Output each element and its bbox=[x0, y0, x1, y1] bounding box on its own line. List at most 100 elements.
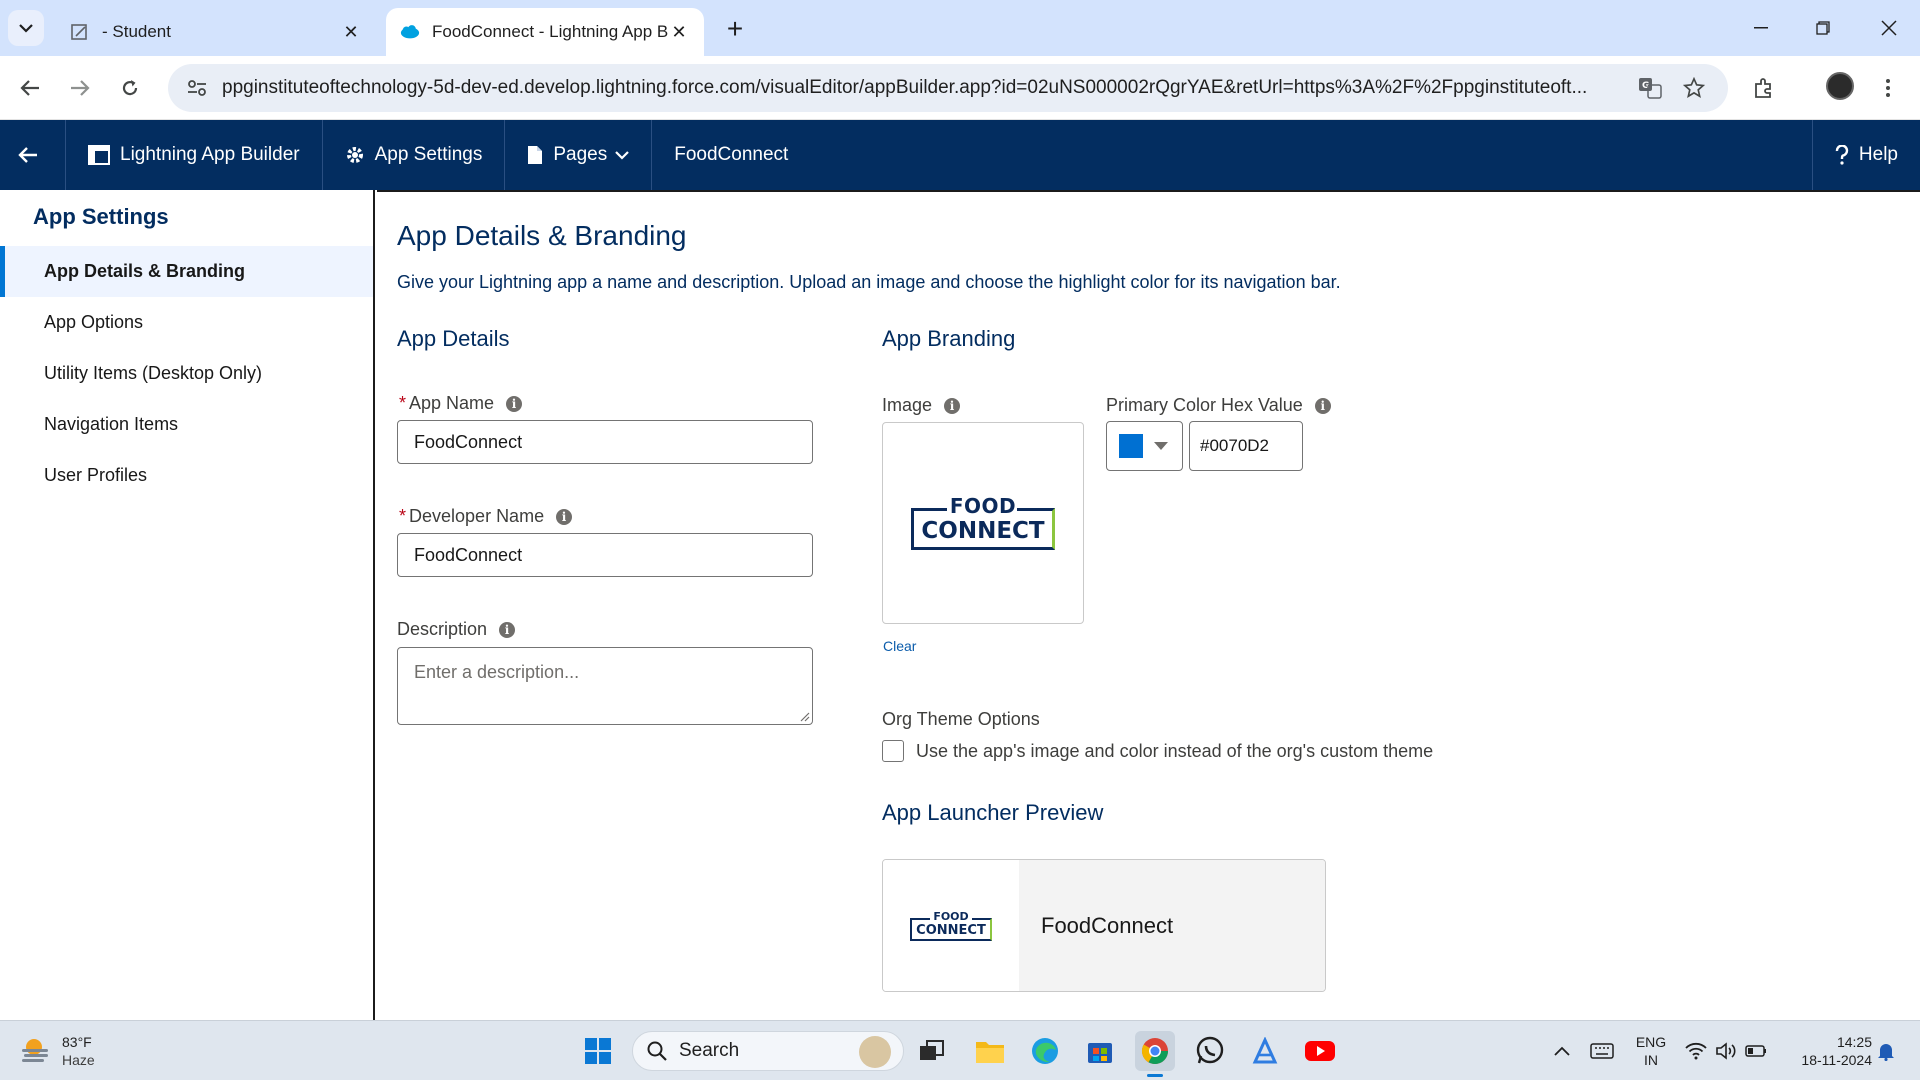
tab-title: FoodConnect - Lightning App Builder bbox=[432, 22, 668, 41]
azure-app-icon[interactable] bbox=[1245, 1031, 1285, 1071]
back-button[interactable] bbox=[0, 120, 66, 190]
weather-temperature: 83°F bbox=[62, 1034, 92, 1050]
clock[interactable]: 14:25 18-11-2024 bbox=[1780, 1033, 1872, 1069]
app-builder-icon bbox=[88, 145, 110, 165]
resize-grip-icon[interactable] bbox=[798, 710, 810, 722]
search-label: Search bbox=[679, 1040, 740, 1061]
restore-icon[interactable] bbox=[1800, 8, 1846, 48]
browser-toolbar: ppginstituteoftechnology-5d-dev-ed.devel… bbox=[0, 56, 1920, 120]
taskbar-search[interactable]: Search bbox=[632, 1031, 904, 1071]
app-name-display: FoodConnect bbox=[652, 120, 810, 190]
weather-widget[interactable]: 83°F Haze bbox=[20, 1033, 95, 1069]
sidebar-item-app-details-branding[interactable]: App Details & Branding bbox=[0, 246, 373, 297]
forward-arrow-icon[interactable] bbox=[62, 70, 98, 106]
sidebar-item-utility-items[interactable]: Utility Items (Desktop Only) bbox=[0, 348, 373, 399]
hex-color-value: #0070D2 bbox=[1200, 436, 1270, 455]
back-arrow-icon[interactable] bbox=[12, 70, 48, 106]
close-tab-icon[interactable]: ✕ bbox=[668, 21, 690, 43]
site-settings-icon[interactable] bbox=[184, 75, 210, 101]
windows-taskbar: 83°F Haze Search ENG IN 14:25 18-11-2024 bbox=[0, 1020, 1920, 1080]
microsoft-store-icon[interactable] bbox=[1080, 1031, 1120, 1071]
notifications-bell-icon[interactable] bbox=[1866, 1031, 1906, 1071]
address-bar[interactable]: ppginstituteoftechnology-5d-dev-ed.devel… bbox=[168, 64, 1728, 112]
sidebar-item-navigation-items[interactable]: Navigation Items bbox=[0, 399, 373, 450]
app-name-input[interactable]: FoodConnect bbox=[397, 420, 813, 464]
app-branding-heading: App Branding bbox=[882, 326, 1016, 351]
edge-browser-icon[interactable] bbox=[1025, 1031, 1065, 1071]
language-indicator[interactable]: ENG IN bbox=[1626, 1033, 1676, 1069]
chrome-browser-icon[interactable] bbox=[1135, 1031, 1175, 1077]
info-icon[interactable]: i bbox=[1314, 397, 1331, 414]
org-theme-label: Org Theme Options bbox=[882, 709, 1040, 729]
app-name-label: FoodConnect bbox=[674, 144, 789, 165]
task-view-icon[interactable] bbox=[912, 1031, 952, 1071]
description-label-row: Description i bbox=[397, 619, 516, 640]
bookmark-star-icon[interactable] bbox=[1676, 70, 1712, 106]
app-image-upload[interactable]: FOOD CONNECT bbox=[882, 422, 1084, 624]
lightning-app-builder-menu[interactable]: Lightning App Builder bbox=[66, 120, 323, 190]
minimize-icon[interactable] bbox=[1738, 8, 1784, 48]
info-icon[interactable]: i bbox=[506, 395, 523, 412]
developer-name-input[interactable]: FoodConnect bbox=[397, 533, 813, 577]
whatsapp-icon[interactable] bbox=[1190, 1031, 1230, 1071]
info-icon[interactable]: i bbox=[944, 397, 961, 414]
info-icon[interactable]: i bbox=[499, 621, 516, 638]
required-asterisk: * bbox=[399, 506, 407, 526]
tab-search-button[interactable] bbox=[8, 10, 44, 46]
caret-down-icon bbox=[1154, 442, 1168, 450]
description-label: Description bbox=[397, 619, 488, 639]
sidebar-item-user-profiles[interactable]: User Profiles bbox=[0, 450, 373, 501]
close-window-icon[interactable] bbox=[1866, 8, 1912, 48]
new-tab-button[interactable]: + bbox=[718, 12, 752, 46]
primary-color-label-row: Primary Color Hex Value i bbox=[1106, 395, 1331, 416]
browser-tab-student[interactable]: - Student ✕ bbox=[56, 8, 376, 56]
logo-line-2: CONNECT bbox=[916, 922, 986, 938]
color-swatch bbox=[1119, 434, 1143, 458]
search-highlight-icon bbox=[859, 1036, 891, 1068]
weather-condition: Haze bbox=[62, 1052, 95, 1068]
profile-avatar[interactable] bbox=[1826, 72, 1854, 100]
translate-icon[interactable]: G bbox=[1632, 70, 1668, 106]
battery-icon[interactable] bbox=[1736, 1031, 1776, 1071]
browser-tab-foodconnect[interactable]: FoodConnect - Lightning App Builder ✕ bbox=[386, 8, 704, 56]
info-icon[interactable]: i bbox=[556, 508, 573, 525]
description-textarea[interactable]: Enter a description... bbox=[397, 647, 813, 725]
org-theme-checkbox[interactable] bbox=[882, 740, 904, 762]
url-text: ppginstituteoftechnology-5d-dev-ed.devel… bbox=[222, 77, 1588, 98]
windows-start-icon[interactable] bbox=[578, 1031, 618, 1071]
more-menu-icon[interactable] bbox=[1870, 70, 1906, 106]
salesforce-cloud-icon bbox=[400, 22, 420, 42]
document-edit-icon bbox=[70, 22, 90, 42]
color-picker-button[interactable] bbox=[1106, 421, 1183, 471]
preview-logo-cell: FOOD CONNECT bbox=[883, 860, 1019, 991]
haze-icon bbox=[22, 1039, 48, 1062]
close-tab-icon[interactable]: ✕ bbox=[340, 21, 362, 43]
sidebar-item-label: User Profiles bbox=[44, 465, 148, 485]
developer-name-value: FoodConnect bbox=[414, 544, 523, 565]
file-explorer-icon[interactable] bbox=[970, 1031, 1010, 1071]
youtube-icon[interactable] bbox=[1300, 1031, 1340, 1071]
help-button[interactable]: Help bbox=[1811, 120, 1920, 190]
developer-name-label-row: * Developer Name i bbox=[399, 506, 573, 527]
app-settings-button[interactable]: App Settings bbox=[323, 120, 506, 190]
builder-label: Lightning App Builder bbox=[120, 144, 300, 165]
extensions-icon[interactable] bbox=[1746, 70, 1782, 106]
hex-color-input[interactable]: #0070D2 bbox=[1189, 421, 1303, 471]
reload-icon[interactable] bbox=[112, 70, 148, 106]
tab-title: - Student bbox=[102, 22, 171, 41]
chevron-down-icon bbox=[19, 24, 33, 33]
app-details-panel: App Details & Branding Give your Lightni… bbox=[377, 190, 1920, 1020]
preview-app-name: FoodConnect bbox=[1019, 860, 1325, 991]
sidebar-item-app-options[interactable]: App Options bbox=[0, 297, 373, 348]
org-theme-checkbox-label: Use the app's image and color instead of… bbox=[916, 741, 1434, 761]
sidebar-item-label: Utility Items (Desktop Only) bbox=[44, 363, 263, 383]
primary-color-label: Primary Color Hex Value bbox=[1106, 395, 1303, 415]
clock-time: 14:25 bbox=[1836, 1034, 1872, 1050]
browser-tab-strip: - Student ✕ FoodConnect - Lightning App … bbox=[0, 0, 1920, 56]
keyboard-icon[interactable] bbox=[1582, 1031, 1622, 1071]
logo-line-1: FOOD bbox=[933, 909, 969, 923]
pages-dropdown[interactable]: Pages bbox=[505, 120, 653, 190]
show-hidden-icons-chevron-icon[interactable] bbox=[1542, 1031, 1582, 1071]
question-icon bbox=[1835, 145, 1849, 165]
clear-image-link[interactable]: Clear bbox=[883, 638, 916, 654]
